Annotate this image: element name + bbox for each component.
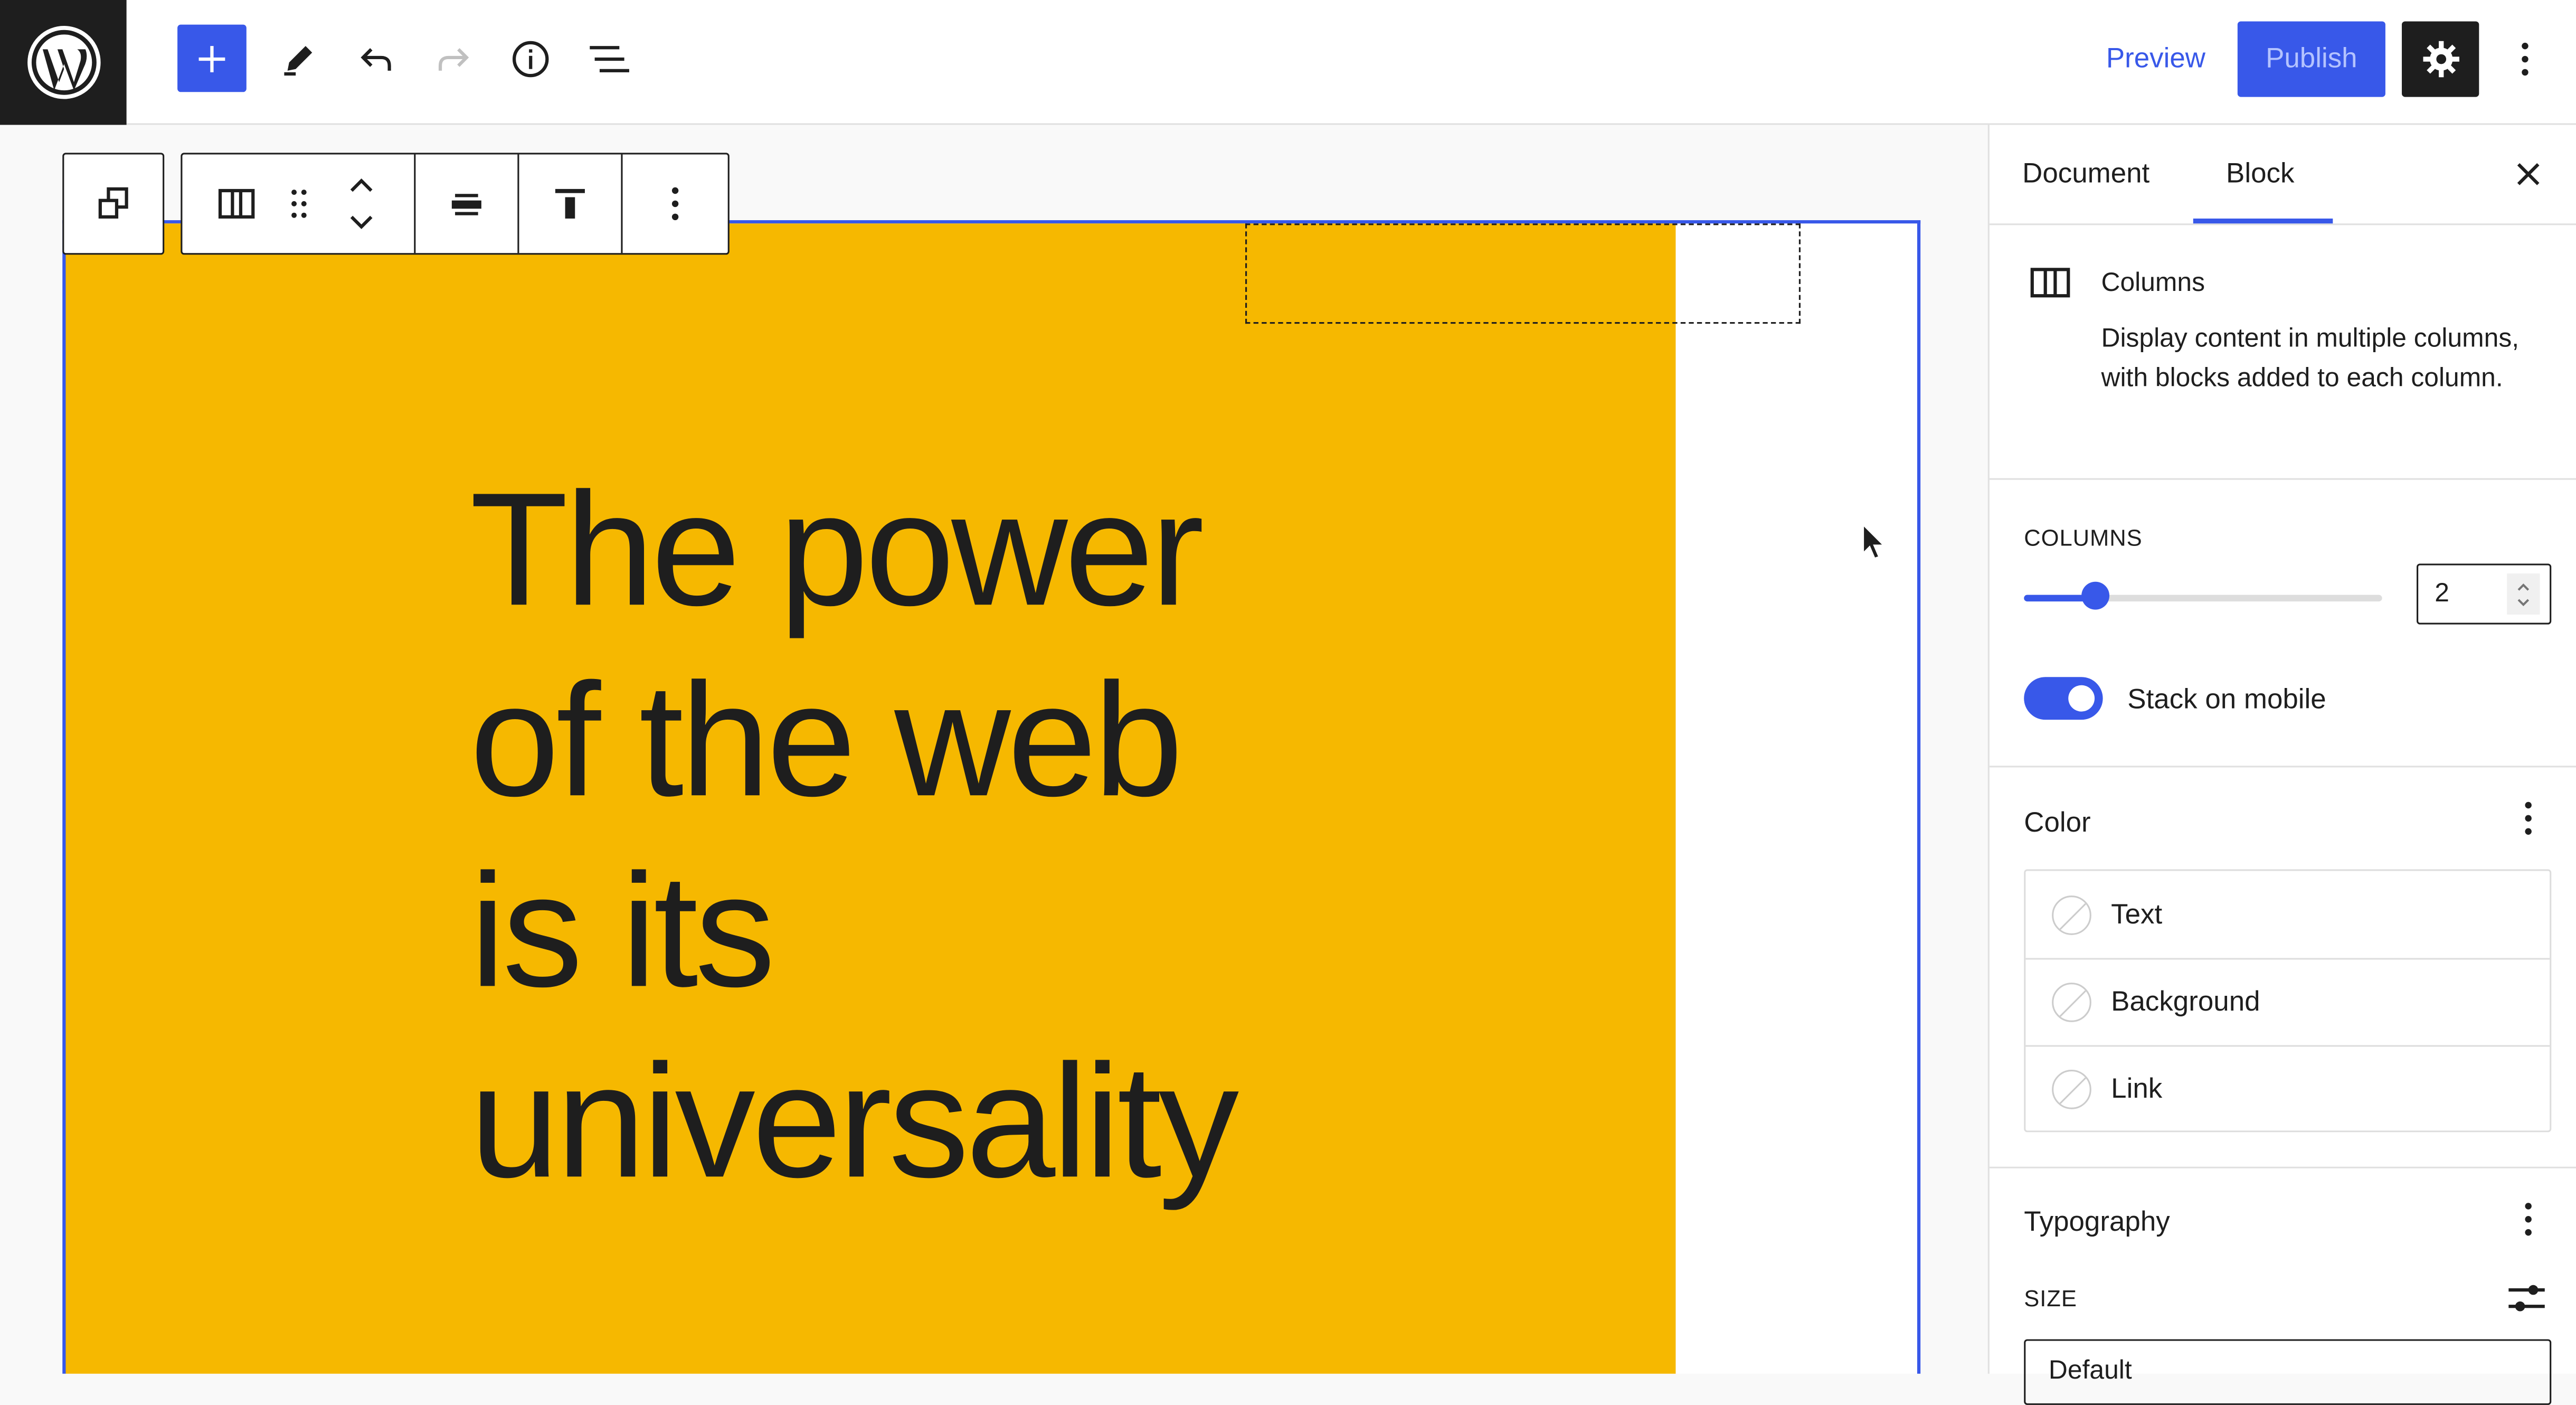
list-view-icon[interactable] xyxy=(575,26,640,92)
columns-label: COLUMNS xyxy=(2024,524,2143,551)
more-vertical-icon[interactable] xyxy=(2501,26,2550,92)
columns-icon xyxy=(2029,265,2072,309)
publish-button[interactable]: Publish xyxy=(2237,21,2385,97)
close-icon[interactable] xyxy=(2505,151,2551,197)
color-item-label: Text xyxy=(2111,898,2163,929)
redo-icon[interactable] xyxy=(421,26,486,92)
preview-button[interactable]: Preview xyxy=(2083,26,2228,92)
more-vertical-icon[interactable] xyxy=(623,155,728,253)
active-tab-indicator xyxy=(2193,218,2333,224)
font-size-select[interactable]: Default xyxy=(2024,1339,2552,1405)
color-item-text[interactable]: Text xyxy=(2025,871,2550,960)
custom-size-icon[interactable] xyxy=(2505,1280,2548,1324)
drop-zone-placeholder[interactable] xyxy=(1245,223,1801,324)
typography-panel: Typography SIZE Default xyxy=(1990,1168,2576,1405)
columns-number-input[interactable]: 2 xyxy=(2417,563,2552,625)
align-center-icon[interactable] xyxy=(415,155,517,253)
color-panel: Color Text Background Link xyxy=(1989,767,2576,1168)
color-item-label: Background xyxy=(2111,985,2260,1016)
editor-root: Preview Publish The power of the web is … xyxy=(0,0,2576,1405)
empty-swatch-icon xyxy=(2052,982,2091,1022)
number-spinner[interactable] xyxy=(2507,573,2540,615)
columns-settings-panel: COLUMNS 2 Stack on mobile xyxy=(1989,480,2576,768)
color-item-label: Link xyxy=(2111,1072,2163,1104)
column-block[interactable]: The power of the web is its universality xyxy=(65,223,1676,1374)
columns-block[interactable]: The power of the web is its universality xyxy=(62,220,1921,1374)
typography-panel-title: Typography xyxy=(2024,1206,2170,1238)
stack-on-mobile-label: Stack on mobile xyxy=(2127,683,2326,715)
editor-header: Preview Publish xyxy=(0,0,2576,125)
plus-icon[interactable] xyxy=(177,24,247,92)
settings-sidebar: Document Block Columns Display content i… xyxy=(1987,125,2576,1405)
mouse-cursor-icon xyxy=(1861,522,1888,570)
move-up-down-icon[interactable] xyxy=(337,155,386,253)
editor-canvas: The power of the web is its universality xyxy=(0,125,1988,1374)
tab-block[interactable]: Block xyxy=(2226,125,2294,224)
info-icon[interactable] xyxy=(498,26,563,92)
color-options-list: Text Background Link xyxy=(2024,869,2552,1133)
stack-on-mobile-toggle[interactable] xyxy=(2024,677,2103,720)
block-card-title: Columns xyxy=(2101,269,2205,298)
color-panel-title: Color xyxy=(2024,807,2091,838)
color-item-link[interactable]: Link xyxy=(2025,1045,2550,1132)
tab-document[interactable]: Document xyxy=(2022,125,2149,224)
columns-range-thumb[interactable] xyxy=(2081,581,2110,610)
columns-icon[interactable] xyxy=(209,155,264,253)
vertical-align-top-icon[interactable] xyxy=(519,155,621,253)
color-item-background[interactable]: Background xyxy=(2025,958,2550,1047)
undo-icon[interactable] xyxy=(343,26,409,92)
wordpress-logo-icon[interactable] xyxy=(0,0,127,125)
toggle-knob xyxy=(2068,685,2095,712)
gear-icon[interactable] xyxy=(2402,21,2479,97)
empty-swatch-icon xyxy=(2052,1069,2091,1109)
block-card: Columns Display content in multiple colu… xyxy=(1989,225,2576,480)
size-label: SIZE xyxy=(2024,1285,2077,1312)
more-vertical-icon[interactable] xyxy=(2512,1195,2545,1244)
columns-number-value: 2 xyxy=(2435,579,2449,607)
block-card-description: Display content in multiple columns, wit… xyxy=(2101,325,2520,393)
select-parent-button[interactable] xyxy=(62,153,165,255)
pencil-icon[interactable] xyxy=(266,26,332,92)
drag-handle-icon[interactable] xyxy=(278,155,320,253)
heading-block[interactable]: The power of the web is its universality xyxy=(470,454,1239,1216)
sidebar-tabs: Document Block xyxy=(1989,125,2576,225)
block-toolbar xyxy=(181,153,730,255)
empty-swatch-icon xyxy=(2052,894,2091,935)
more-vertical-icon[interactable] xyxy=(2512,794,2545,843)
